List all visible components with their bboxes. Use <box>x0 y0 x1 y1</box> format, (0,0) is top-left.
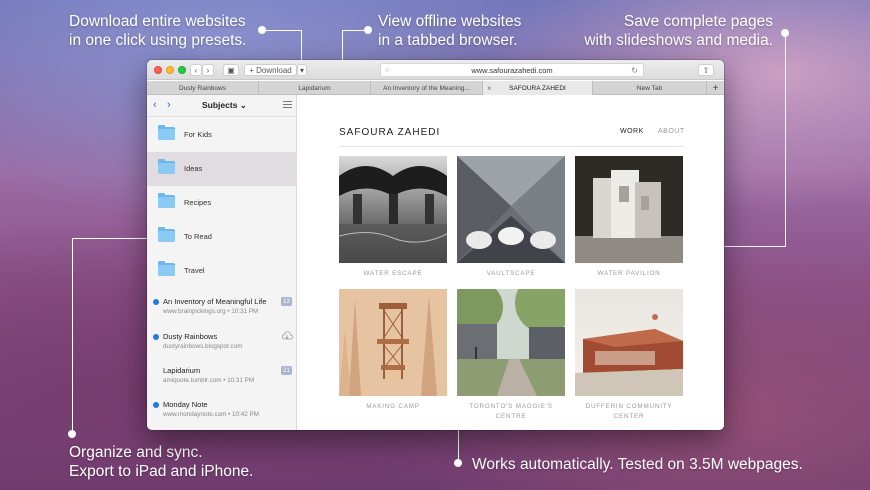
unread-dot <box>153 402 159 408</box>
project-caption[interactable]: DUFFERIN COMMUNITY CENTER <box>575 402 683 422</box>
caption-download: Download entire websites in one click us… <box>69 13 247 49</box>
folder-icon <box>158 159 175 174</box>
close-tab-icon[interactable]: × <box>487 84 492 93</box>
nav-work-link[interactable]: WORK <box>620 128 644 135</box>
sidebar: ‹ › Subjects ⌄ For Kids Ideas Recipes To… <box>147 95 297 430</box>
sidebar-folder-for-kids[interactable]: For Kids <box>147 118 297 152</box>
address-bar[interactable]: ○ www.safourazahedi.com ↻ <box>380 63 644 77</box>
project-caption[interactable]: WATER ESCAPE <box>339 269 447 279</box>
caption-works: Works automatically. Tested on 3.5M webp… <box>472 456 803 473</box>
sidebar-folder-recipes[interactable]: Recipes <box>147 186 297 220</box>
sidebar-page-dusty-rainbows[interactable]: Dusty Rainbows dustyrainbows.blogspot.co… <box>147 330 297 364</box>
project-caption[interactable]: TORONTO'S MAGGIE'S CENTRE <box>457 402 565 422</box>
download-button[interactable]: + Download <box>244 64 297 76</box>
vaultscape-image <box>457 156 565 263</box>
project-caption[interactable]: MAKING CAMP <box>339 402 447 412</box>
subjects-dropdown[interactable]: Subjects ⌄ <box>202 100 247 111</box>
unread-dot <box>153 299 159 305</box>
leader-organize-v <box>72 238 73 434</box>
project-caption[interactable]: WATER PAVILION <box>575 269 683 279</box>
caption-organize: Organize and sync. Export to iPad and iP… <box>69 444 254 480</box>
reader-icon[interactable]: ▣ <box>223 64 239 76</box>
cloud-download-icon[interactable] <box>281 331 293 341</box>
zoom-window-button[interactable] <box>178 66 186 74</box>
water-escape-image <box>339 156 447 263</box>
tab-lapidarium[interactable]: Lapidarium <box>259 81 371 95</box>
maggies-centre-image <box>457 289 565 396</box>
sidebar-folder-to-read[interactable]: To Read <box>147 220 297 254</box>
update-count-badge: 13 <box>281 297 292 306</box>
callout-dot-organize <box>68 430 76 438</box>
sidebar-folder-ideas[interactable]: Ideas <box>147 152 297 186</box>
minimize-window-button[interactable] <box>166 66 174 74</box>
caption-save: Save complete pages with slideshows and … <box>584 13 773 49</box>
header-divider <box>339 146 684 147</box>
folder-icon <box>158 193 175 208</box>
toolbar: ‹ › ▣ + Download ▾ ○ www.safourazahedi.c… <box>147 60 724 80</box>
leader-organize-h <box>72 238 154 239</box>
caption-tabbed: View offline websites in a tabbed browse… <box>378 13 522 49</box>
sidebar-page-lapidarium[interactable]: Lapidarium amiquote.tumblr.com • 10:31 P… <box>147 364 297 398</box>
project-thumb-water-pavilion[interactable] <box>575 156 683 263</box>
folder-icon <box>158 227 175 242</box>
shield-icon: ○ <box>385 66 390 74</box>
close-window-button[interactable] <box>154 66 162 74</box>
app-window: ‹ › ▣ + Download ▾ ○ www.safourazahedi.c… <box>147 60 724 430</box>
back-button[interactable]: ‹ <box>190 64 202 76</box>
project-thumb-dufferin[interactable] <box>575 289 683 396</box>
folder-icon <box>158 261 175 276</box>
nav-about-link[interactable]: ABOUT <box>658 128 685 135</box>
sidebar-back-icon[interactable]: ‹ <box>153 99 157 111</box>
update-count-badge: 21 <box>281 366 292 375</box>
sidebar-forward-icon[interactable]: › <box>167 99 171 111</box>
project-thumb-water-escape[interactable] <box>339 156 447 263</box>
project-thumb-vaultscape[interactable] <box>457 156 565 263</box>
web-content: SAFOURA ZAHEDI WORK ABOUT WATER ESCAPE V… <box>298 95 724 430</box>
tab-inventory[interactable]: An Inventory of the Meaning... <box>371 81 483 95</box>
tab-safoura-zahedi[interactable]: × SAFOURA ZAHEDI <box>483 81 593 95</box>
callout-dot-works <box>454 459 462 467</box>
folder-icon <box>158 125 175 140</box>
tab-bar: Dusty Rainbows Lapidarium An Inventory o… <box>147 81 724 95</box>
new-tab-plus-icon[interactable]: + <box>707 81 724 95</box>
sidebar-page-inventory[interactable]: An Inventory of Meaningful Life www.brai… <box>147 295 297 329</box>
unread-dot <box>153 334 159 340</box>
leader-save-v <box>785 33 786 247</box>
sidebar-menu-icon[interactable] <box>283 101 292 108</box>
project-thumb-making-camp[interactable] <box>339 289 447 396</box>
share-icon[interactable]: ⇧ <box>698 64 714 76</box>
leader-download-v <box>301 30 302 64</box>
making-camp-image <box>339 289 447 396</box>
project-thumb-maggies-centre[interactable] <box>457 289 565 396</box>
sidebar-header: ‹ › Subjects ⌄ <box>147 95 297 117</box>
reload-icon[interactable]: ↻ <box>631 66 638 75</box>
sidebar-folder-travel[interactable]: Travel <box>147 254 297 288</box>
callout-dot-download <box>258 26 266 34</box>
address-url: www.safourazahedi.com <box>471 65 553 75</box>
dufferin-community-image <box>575 289 683 396</box>
download-presets-chevron-icon[interactable]: ▾ <box>297 64 307 76</box>
tab-dusty-rainbows[interactable]: Dusty Rainbows <box>147 81 259 95</box>
water-pavilion-image <box>575 156 683 263</box>
site-title: SAFOURA ZAHEDI <box>339 127 441 138</box>
callout-dot-tabbed <box>364 26 372 34</box>
leader-download <box>262 30 302 31</box>
forward-button[interactable]: › <box>202 64 214 76</box>
project-caption[interactable]: VAULTSCAPE <box>457 269 565 279</box>
sidebar-page-monday-note[interactable]: Monday Note www.mondaynote.com • 10:42 P… <box>147 398 297 430</box>
callout-dot-save <box>781 29 789 37</box>
tab-new-tab[interactable]: New Tab <box>593 81 707 95</box>
